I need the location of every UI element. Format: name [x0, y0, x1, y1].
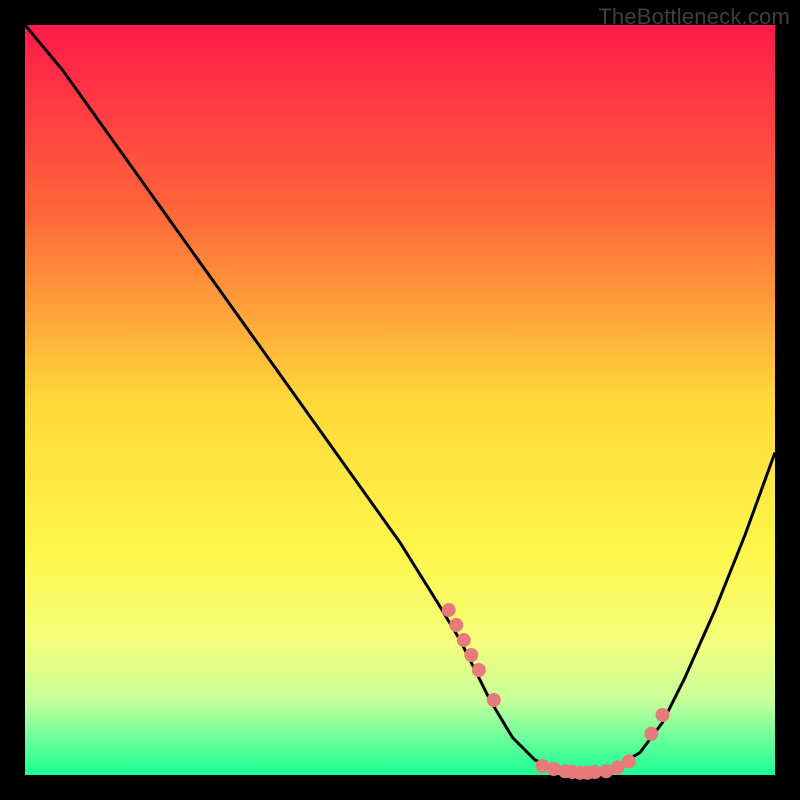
- data-point: [656, 708, 670, 722]
- data-point: [487, 693, 501, 707]
- data-point: [622, 755, 636, 769]
- data-point: [464, 648, 478, 662]
- chart-svg: [25, 25, 775, 775]
- data-point: [644, 727, 658, 741]
- data-points-group: [442, 603, 670, 780]
- bottleneck-curve: [25, 25, 775, 773]
- data-point: [472, 663, 486, 677]
- data-point: [442, 603, 456, 617]
- data-point: [457, 633, 471, 647]
- data-point: [449, 618, 463, 632]
